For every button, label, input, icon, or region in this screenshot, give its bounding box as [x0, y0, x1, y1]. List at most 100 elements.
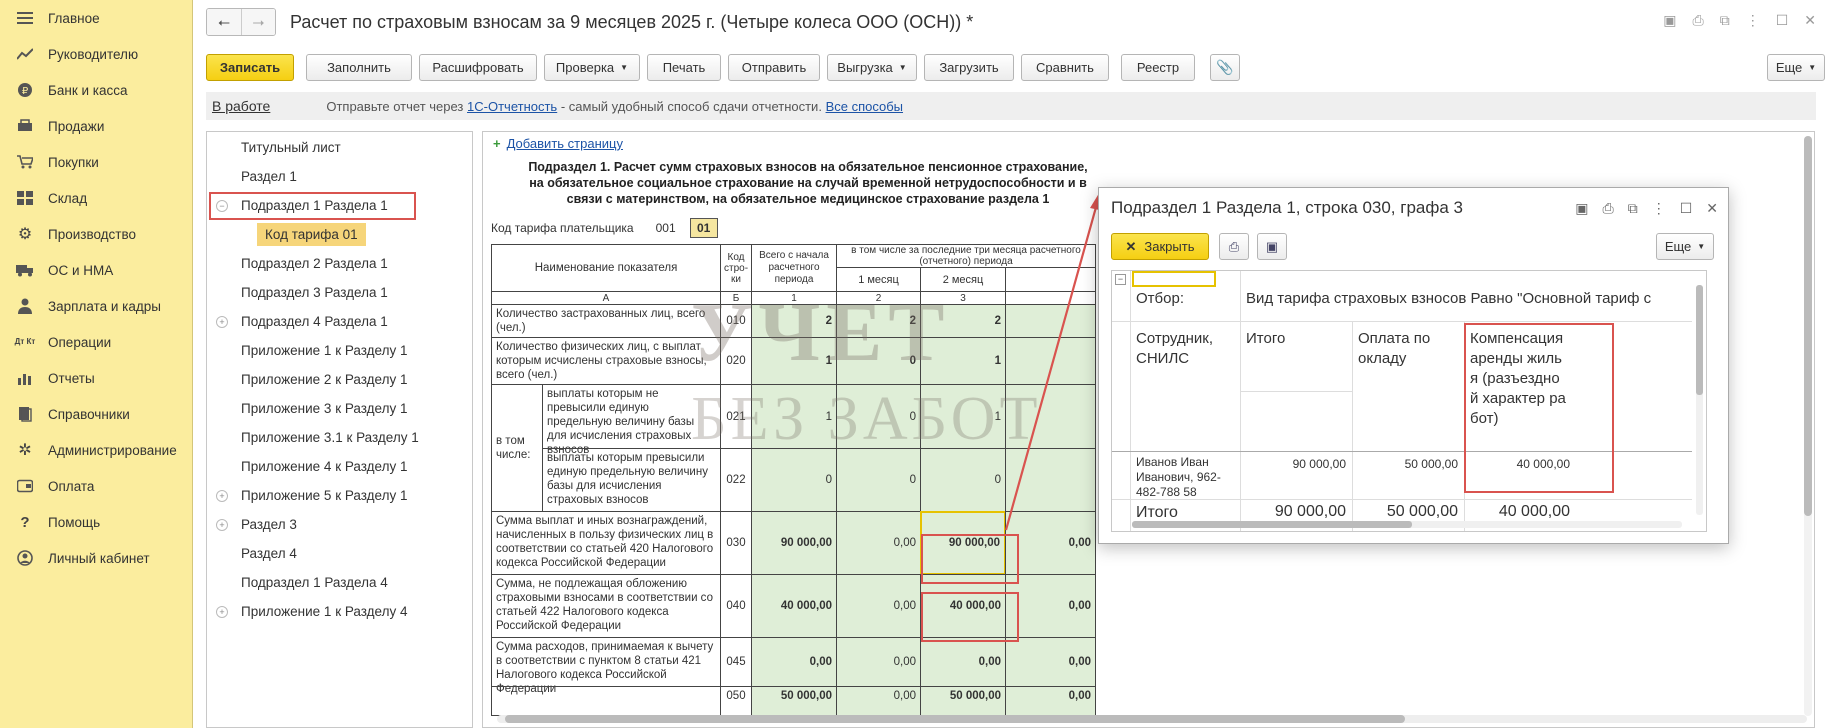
row-value-col2[interactable]: 0 — [836, 448, 921, 512]
print-icon[interactable]: ⎙ — [1693, 12, 1704, 29]
tree-item[interactable]: Приложение 2 к Разделу 1 — [207, 365, 472, 394]
sidebar-item-operations[interactable]: Дт Кт Операции — [0, 324, 192, 360]
export-button[interactable]: Выгрузка ▼ — [827, 54, 917, 81]
tree-item-selected[interactable]: − Подраздел 1 Раздела 1 — [207, 191, 472, 220]
row-value-col3[interactable]: 90 000,00 — [920, 511, 1006, 575]
tree-item[interactable]: Приложение 3 к Разделу 1 — [207, 394, 472, 423]
row-value-col4[interactable] — [1005, 304, 1096, 338]
tree-item[interactable]: Раздел 1 — [207, 162, 472, 191]
fill-button[interactable]: Заполнить — [306, 54, 412, 81]
row-value-col2[interactable]: 0 — [836, 384, 921, 449]
expand-icon[interactable]: + — [216, 489, 228, 502]
sidebar-item-reports[interactable]: Отчеты — [0, 360, 192, 396]
load-button[interactable]: Загрузить — [924, 54, 1014, 81]
row-value-col3[interactable]: 1 — [920, 384, 1006, 449]
compare-button[interactable]: Сравнить — [1021, 54, 1109, 81]
tree-item-child[interactable]: Код тарифа 01 — [207, 220, 472, 249]
more-vertical-icon[interactable]: ⋮ — [1652, 200, 1666, 217]
vertical-scrollbar[interactable] — [1804, 136, 1812, 716]
row-value-col4[interactable]: 0,00 — [1005, 574, 1096, 638]
row-value-col2[interactable]: 2 — [836, 304, 921, 338]
row-value-col1[interactable]: 40 000,00 — [751, 574, 837, 638]
sidebar-item-bank[interactable]: ₽ Банк и касса — [0, 72, 192, 108]
row-value-col4[interactable]: 0,00 — [1005, 637, 1096, 687]
popup-horizontal-scrollbar[interactable] — [1132, 521, 1682, 528]
row-salary[interactable]: 50 000,00 — [1358, 457, 1458, 471]
horizontal-scrollbar[interactable] — [497, 715, 1807, 723]
sidebar-item-payment[interactable]: Оплата — [0, 468, 192, 504]
registry-button[interactable]: Реестр — [1121, 54, 1195, 81]
row-value-col1[interactable]: 1 — [751, 337, 837, 385]
row-value-col2[interactable]: 0,00 — [836, 637, 921, 687]
print-button[interactable]: Печать — [647, 54, 721, 81]
row-value-col1[interactable]: 0 — [751, 448, 837, 512]
write-button[interactable]: Записать — [206, 54, 294, 81]
status-link[interactable]: В работе — [212, 98, 270, 114]
popup-more-button[interactable]: Еще ▼ — [1656, 233, 1714, 260]
row-value-col3[interactable]: 0 — [920, 448, 1006, 512]
send-button[interactable]: Отправить — [728, 54, 820, 81]
expand-icon[interactable]: + — [216, 315, 228, 328]
row-value-col4[interactable]: 0,00 — [1005, 511, 1096, 575]
row-value-col2[interactable]: 0 — [836, 337, 921, 385]
all-methods-link[interactable]: Все способы — [826, 99, 903, 114]
scroll-thumb[interactable] — [1804, 136, 1812, 516]
tree-item[interactable]: Подраздел 1 Раздела 4 — [207, 568, 472, 597]
tree-item[interactable]: + Приложение 5 к Разделу 1 — [207, 481, 472, 510]
tree-item[interactable]: Подраздел 3 Раздела 1 — [207, 278, 472, 307]
close-button[interactable]: ✕ Закрыть — [1111, 233, 1209, 260]
tree-item[interactable]: Подраздел 2 Раздела 1 — [207, 249, 472, 278]
add-page-link[interactable]: + Добавить страницу — [493, 136, 623, 151]
maximize-icon[interactable]: ☐ — [1776, 12, 1789, 29]
save-icon[interactable]: ▣ — [1663, 12, 1676, 29]
print-icon[interactable]: ⎙ — [1603, 200, 1614, 217]
check-button[interactable]: Проверка ▼ — [544, 54, 640, 81]
tree-item[interactable]: + Раздел 3 — [207, 510, 472, 539]
tree-item[interactable]: Титульный лист — [207, 133, 472, 162]
scroll-thumb[interactable] — [1696, 285, 1703, 395]
more-button[interactable]: Еще ▼ — [1767, 54, 1825, 81]
tarif-value[interactable]: 01 — [689, 218, 718, 238]
sidebar-item-warehouse[interactable]: Склад — [0, 180, 192, 216]
row-value-col1[interactable]: 90 000,00 — [751, 511, 837, 575]
popup-save-button[interactable]: ▣ — [1257, 233, 1287, 260]
tree-item[interactable]: Приложение 1 к Разделу 1 — [207, 336, 472, 365]
row-value-col1[interactable]: 0,00 — [751, 637, 837, 687]
row-value-col4[interactable] — [1005, 448, 1096, 512]
attach-button[interactable]: 📎 — [1210, 54, 1240, 81]
sidebar-item-purchases[interactable]: Покупки — [0, 144, 192, 180]
decode-button[interactable]: Расшифровать — [419, 54, 537, 81]
expand-icon[interactable]: + — [216, 518, 228, 531]
sidebar-item-account[interactable]: Личный кабинет — [0, 540, 192, 576]
popup-print-button[interactable]: ⎙ — [1219, 233, 1249, 260]
sidebar-item-salary[interactable]: Зарплата и кадры — [0, 288, 192, 324]
row-value-col2[interactable]: 0,00 — [836, 574, 921, 638]
more-vertical-icon[interactable]: ⋮ — [1746, 12, 1760, 29]
row-value-col3[interactable]: 50 000,00 — [920, 686, 1006, 716]
group-collapse-icon[interactable]: − — [1115, 274, 1126, 285]
row-value-col1[interactable]: 2 — [751, 304, 837, 338]
tree-item[interactable]: Раздел 4 — [207, 539, 472, 568]
row-value-col1[interactable]: 1 — [751, 384, 837, 449]
row-value-col3[interactable]: 2 — [920, 304, 1006, 338]
tree-item[interactable]: + Подраздел 4 Раздела 1 — [207, 307, 472, 336]
row-value-col2[interactable]: 0,00 — [836, 686, 921, 716]
forward-icon[interactable]: ⭢ — [241, 9, 275, 35]
save-icon[interactable]: ▣ — [1575, 200, 1588, 217]
sidebar-item-sales[interactable]: Продажи — [0, 108, 192, 144]
close-icon[interactable]: ✕ — [1804, 12, 1816, 29]
sidebar-item-directories[interactable]: Справочники — [0, 396, 192, 432]
sidebar-item-assets[interactable]: ОС и НМА — [0, 252, 192, 288]
sidebar-item-production[interactable]: ⚙ Производство — [0, 216, 192, 252]
row-employee[interactable]: Иванов Иван Иванович, 962-482-788 58 — [1136, 455, 1240, 500]
row-value-col3[interactable]: 1 — [920, 337, 1006, 385]
tree-item[interactable]: Приложение 3.1 к Разделу 1 — [207, 423, 472, 452]
back-icon[interactable]: ⭠ — [207, 9, 241, 35]
popup-vertical-scrollbar[interactable] — [1696, 285, 1703, 515]
maximize-icon[interactable]: ☐ — [1680, 200, 1693, 217]
expand-icon[interactable]: + — [216, 605, 228, 618]
preview-icon[interactable]: ⧉ — [1628, 200, 1638, 217]
sidebar-item-manager[interactable]: Руководителю — [0, 36, 192, 72]
preview-icon[interactable]: ⧉ — [1720, 12, 1730, 29]
row-rent[interactable]: 40 000,00 — [1470, 457, 1570, 471]
